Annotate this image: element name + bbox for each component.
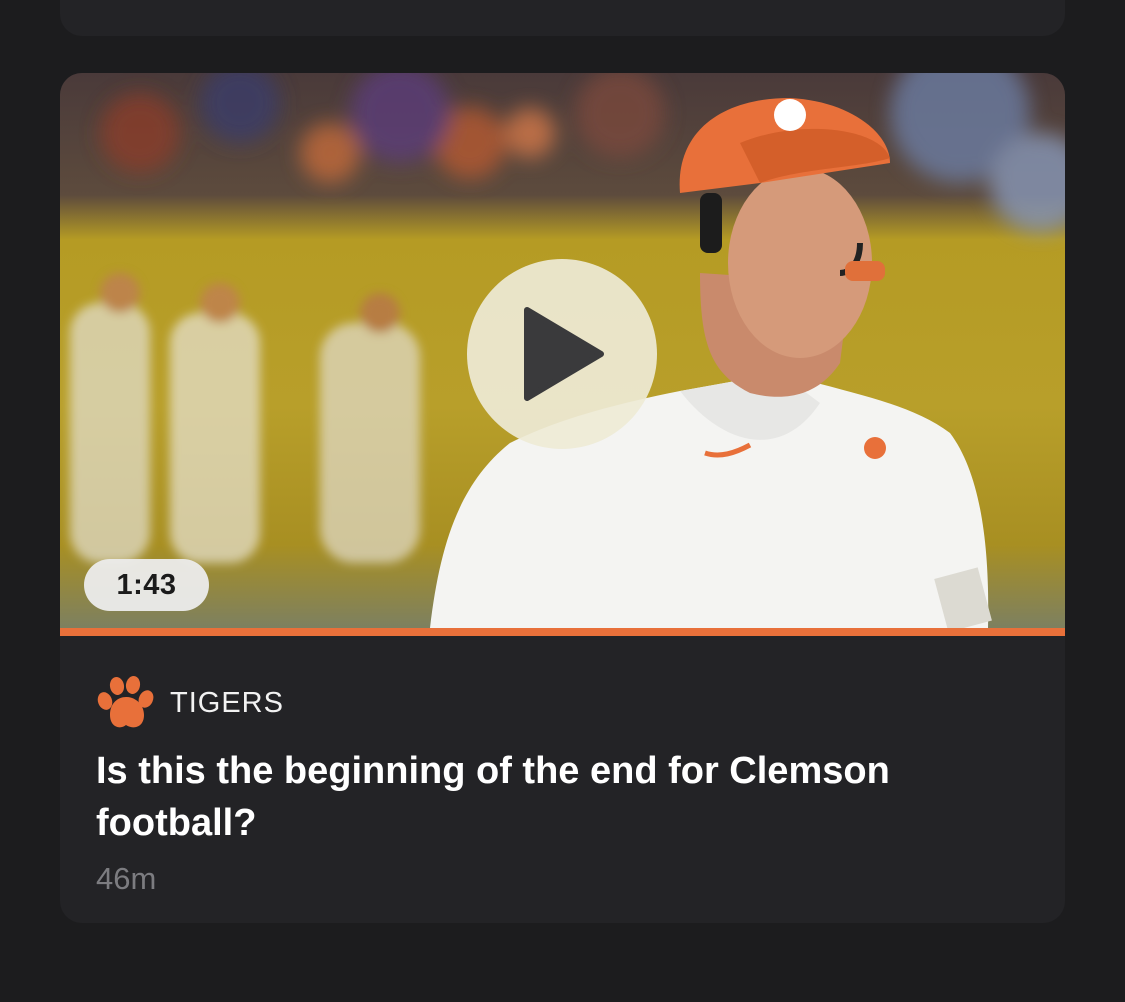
video-thumbnail[interactable]: 1:43 [60,73,1065,628]
timestamp: 46m [96,861,157,896]
tiger-paw-icon [97,676,154,728]
video-progress-fill [60,628,1065,636]
news-video-card[interactable]: 1:43 TIGERS Is this the beginning of the… [60,73,1065,923]
card-meta: TIGERS Is this the beginning of the end … [96,673,1036,897]
video-duration-badge: 1:43 [84,559,209,611]
team-row[interactable]: TIGERS [96,673,1036,733]
previous-card[interactable] [60,0,1065,36]
video-progress-bar [60,628,1065,636]
team-name: TIGERS [170,686,284,719]
play-icon [524,307,604,401]
play-button[interactable] [467,259,657,449]
video-duration: 1:43 [116,568,177,601]
headline[interactable]: Is this the beginning of the end for Cle… [96,745,1036,849]
